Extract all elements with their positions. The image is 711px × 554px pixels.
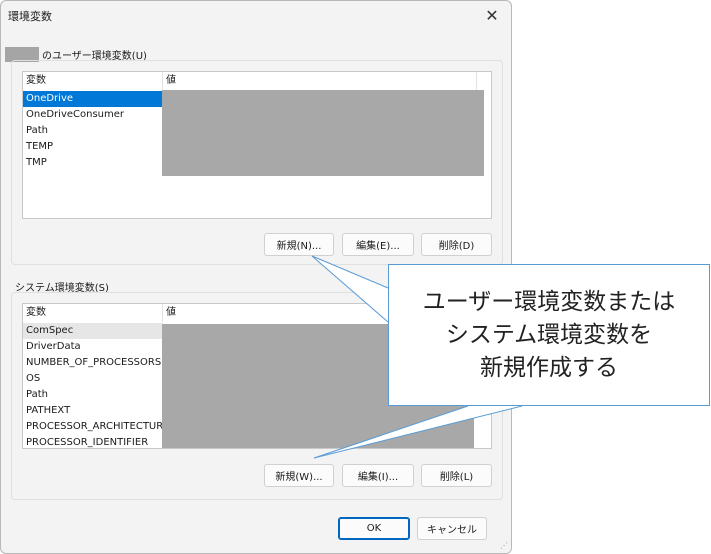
list-item[interactable]: Path [23,387,163,403]
ok-button[interactable]: OK [338,517,410,540]
callout-line: ユーザー環境変数または [422,288,676,315]
list-item[interactable]: DriverData [23,339,163,355]
user-new-button[interactable]: 新規(N)... [264,233,334,256]
callout-annotation: ユーザー環境変数または システム環境変数を 新規作成する [388,264,710,406]
list-item[interactable]: TEMP [23,139,163,155]
column-header-variable[interactable]: 変数 [23,72,163,90]
list-item[interactable]: ComSpec [23,323,163,339]
list-item[interactable]: OneDrive [23,91,163,107]
list-item[interactable]: Path [23,123,163,139]
list-item[interactable]: OneDriveConsumer [23,107,163,123]
list-item[interactable]: TMP [23,155,163,171]
redacted-values [162,90,484,176]
system-delete-button[interactable]: 削除(L) [421,464,492,487]
callout-line: システム環境変数を [445,321,653,348]
user-edit-button[interactable]: 編集(E)... [342,233,414,256]
user-delete-button[interactable]: 削除(D) [421,233,492,256]
dialog-title: 環境変数 [8,10,52,23]
list-item[interactable]: PATHEXT [23,403,163,419]
list-header: 変数 値 [23,72,491,90]
column-header-variable[interactable]: 変数 [23,304,163,322]
callout-line: 新規作成する [479,354,618,381]
list-item[interactable]: OS [23,371,163,387]
column-header-value[interactable]: 値 [163,72,477,90]
user-variables-list[interactable]: 変数 値 OneDrive OneDriveConsumer Path TEMP… [22,71,492,219]
title-bar[interactable]: 環境変数 ✕ [1,1,511,31]
cancel-button[interactable]: キャンセル [417,517,487,540]
system-edit-button[interactable]: 編集(I)... [342,464,414,487]
list-item[interactable]: NUMBER_OF_PROCESSORS [23,355,163,371]
list-item[interactable]: PROCESSOR_ARCHITECTURE [23,419,170,435]
system-new-button[interactable]: 新規(W)... [264,464,334,487]
close-icon[interactable]: ✕ [481,4,503,26]
resize-grip-icon[interactable]: ⋰ [500,542,508,550]
list-item[interactable]: PROCESSOR_IDENTIFIER [23,435,163,448]
